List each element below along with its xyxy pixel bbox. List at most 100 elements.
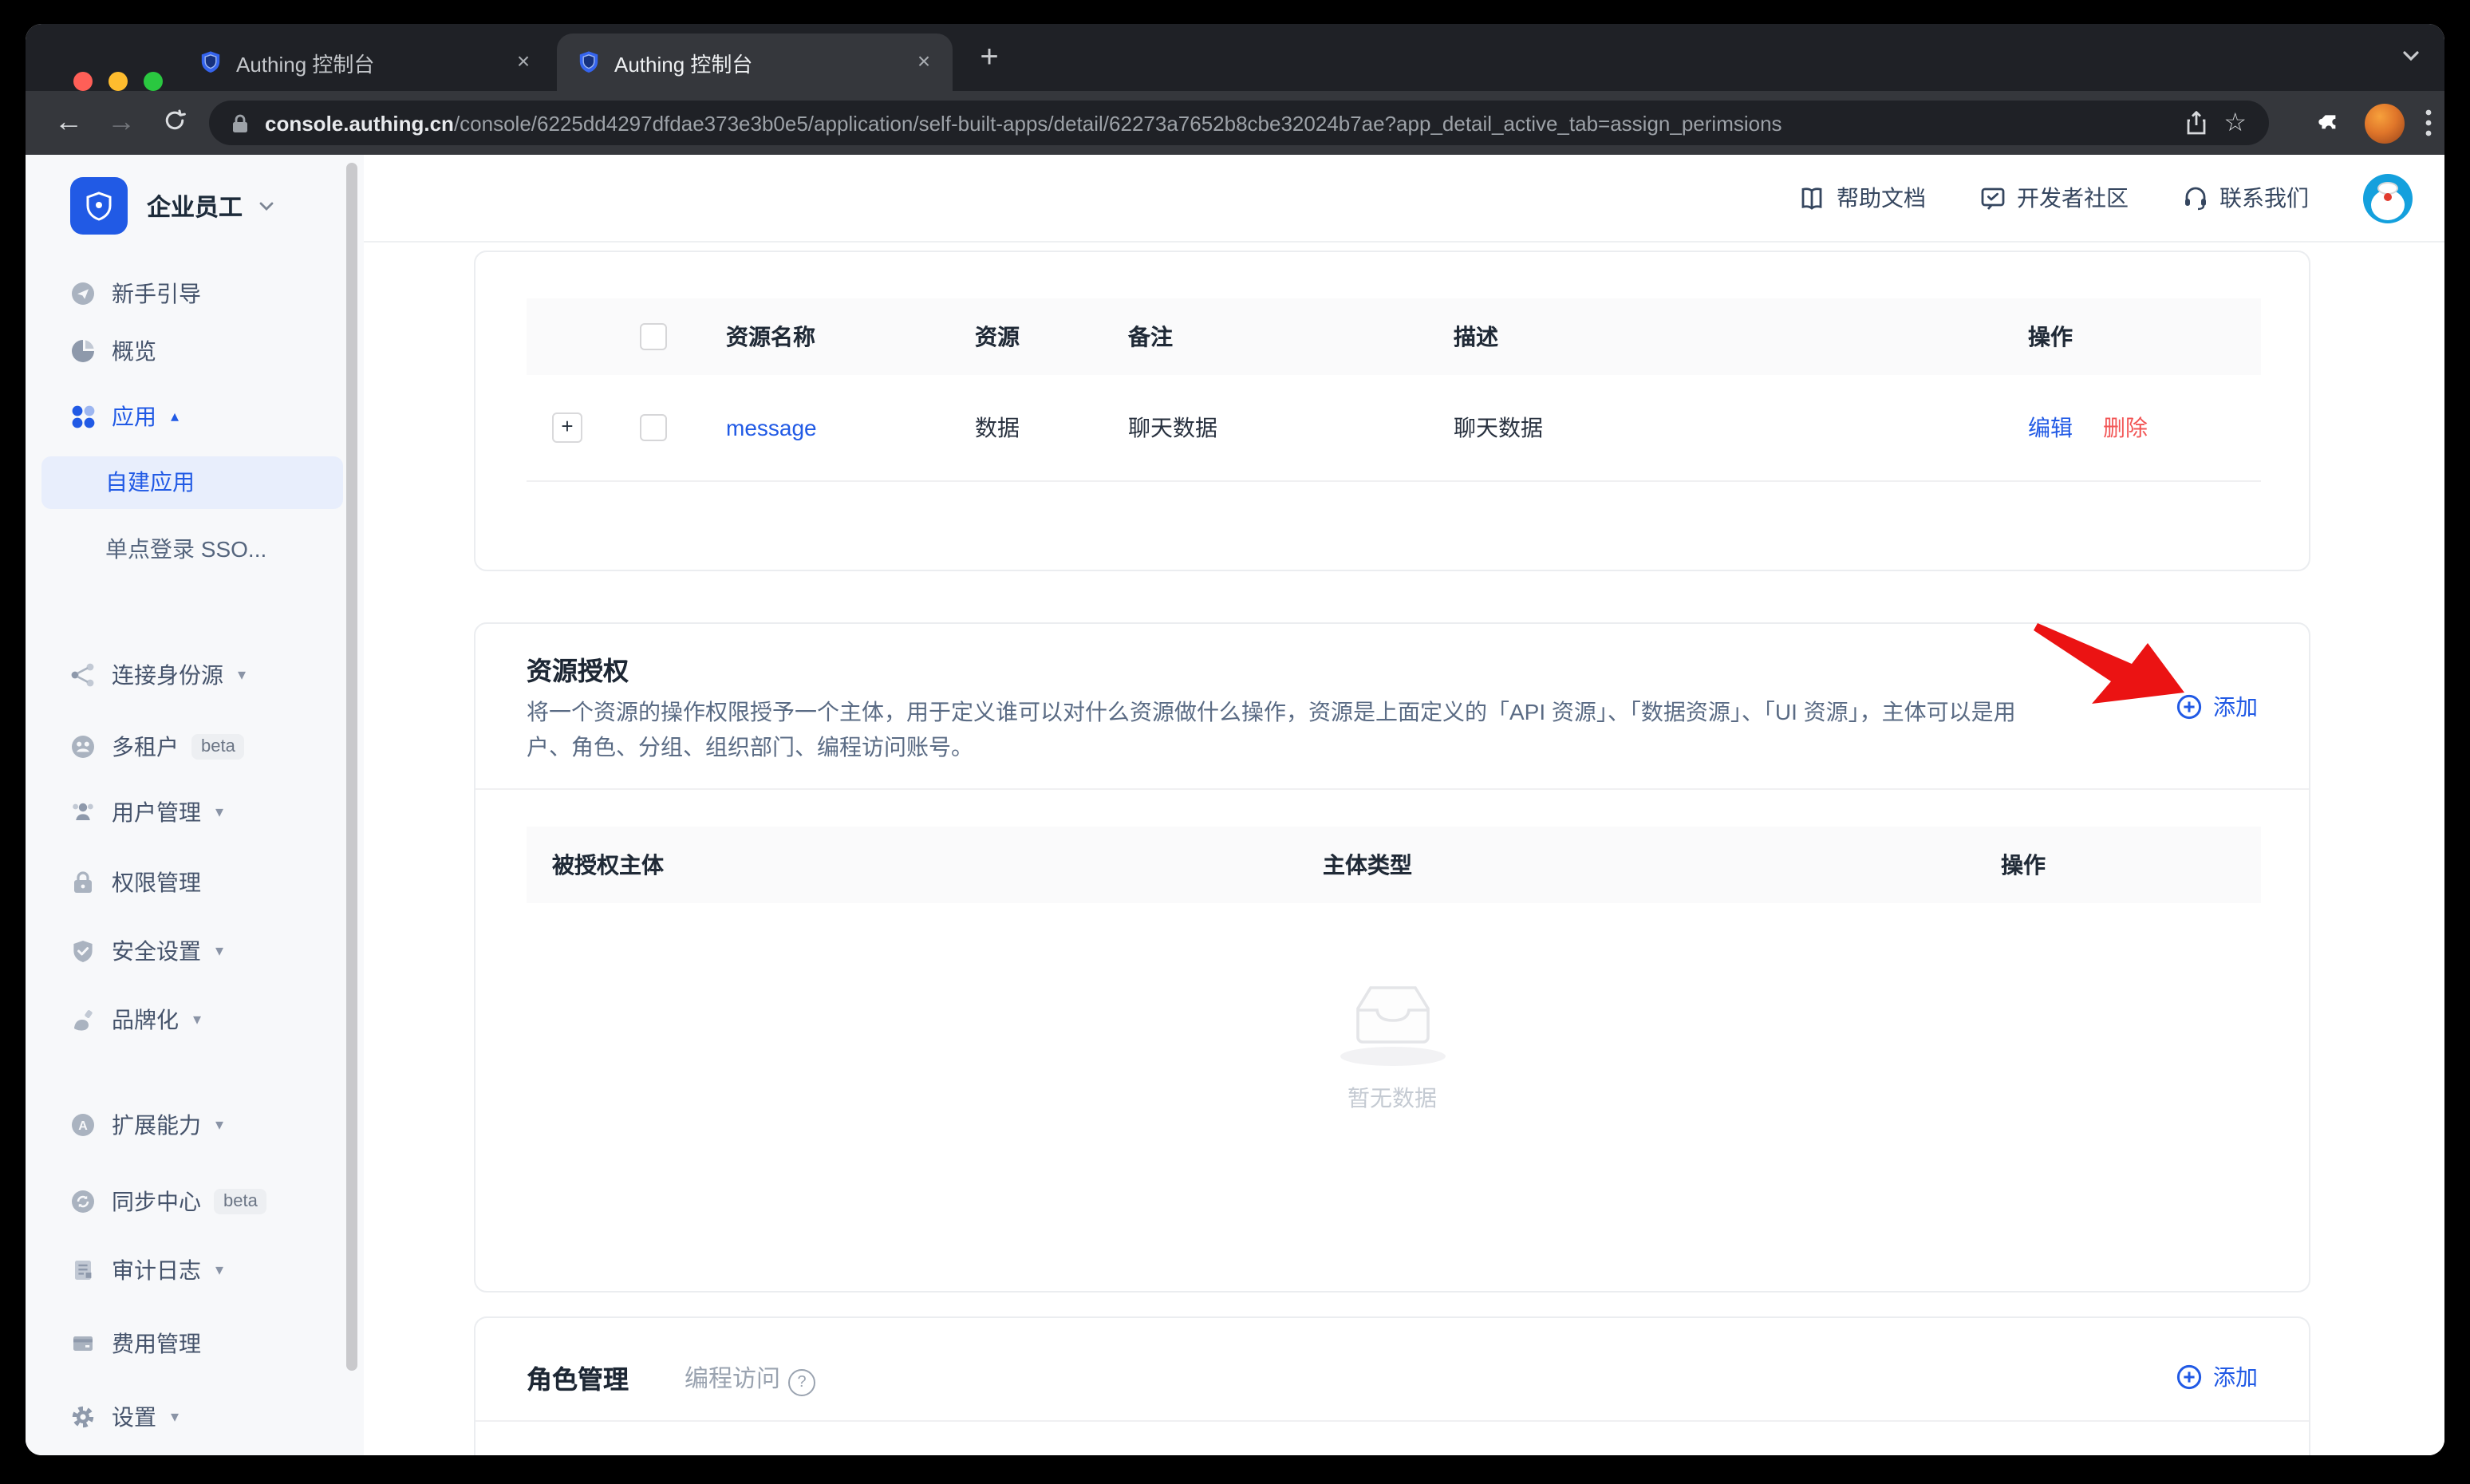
table-row: + message 数据 聊天数据 聊天数据 编辑 删除 [527, 375, 2261, 482]
close-window-button[interactable] [73, 72, 93, 91]
sidebar-item-label: 同步中心 [112, 1186, 201, 1218]
sidebar-item-guide[interactable]: 新手引导 [70, 276, 201, 311]
lock-icon [231, 112, 249, 133]
caret-down-icon: ▾ [171, 1408, 179, 1426]
tab-search-chevron-icon[interactable] [2400, 45, 2422, 67]
reload-button[interactable] [150, 97, 198, 145]
sidebar-item-sso[interactable]: 单点登录 SSO... [105, 531, 266, 566]
edit-link[interactable]: 编辑 [2028, 412, 2073, 444]
sidebar-item-extensions[interactable]: A 扩展能力 ▾ [70, 1107, 223, 1143]
sidebar-item-billing[interactable]: 费用管理 [70, 1326, 201, 1361]
sidebar-item-label: 多租户 [112, 731, 179, 763]
sidebar-item-security[interactable]: 安全设置 ▾ [70, 933, 223, 969]
caret-down-icon: ▾ [215, 1116, 223, 1134]
resource-name-link[interactable]: message [726, 415, 817, 440]
empty-state: 暂无数据 [1340, 981, 1445, 1114]
user-avatar[interactable] [2363, 173, 2413, 223]
sidebar-item-settings[interactable]: 设置 ▾ [70, 1399, 179, 1435]
browser-tab-1[interactable]: Authing 控制台 × [179, 34, 552, 91]
developer-community-link[interactable]: 开发者社区 [1980, 182, 2129, 214]
browser-tab-2[interactable]: Authing 控制台 × [557, 34, 953, 91]
sidebar-item-identity-sources[interactable]: 连接身份源 ▾ [70, 657, 246, 693]
authorization-card: 资源授权 将一个资源的操作权限授予一个主体，用于定义谁可以对什么资源做什么操作，… [474, 622, 2310, 1293]
sidebar-item-apps[interactable]: 应用 ▴ [70, 399, 179, 434]
sidebar-item-label: 单点登录 SSO... [105, 533, 266, 565]
shield-icon [70, 938, 96, 964]
sidebar-item-user-management[interactable]: 用户管理 ▾ [70, 795, 223, 830]
sidebar-item-multi-tenant[interactable]: 多租户 beta [70, 729, 245, 764]
resource-description-cell: 聊天数据 [1454, 412, 1543, 444]
column-header: 主体类型 [1323, 849, 1412, 881]
sidebar-item-label: 概览 [112, 335, 156, 367]
main-content: 帮助文档 开发者社区 [364, 155, 2444, 1455]
sidebar-item-label: 用户管理 [112, 796, 201, 828]
resources-card: 资源名称 资源 备注 描述 操作 + message 数据 聊天数据 聊天数据 … [474, 251, 2310, 571]
sidebar-item-permissions[interactable]: 权限管理 [70, 865, 201, 900]
sidebar-scrollbar[interactable] [346, 163, 357, 1371]
workspace-switcher[interactable]: 企业员工 [70, 177, 276, 235]
tenant-icon [70, 734, 96, 760]
sync-icon [70, 1189, 96, 1214]
add-label: 添加 [2213, 691, 2258, 723]
reload-icon [162, 109, 186, 132]
brush-icon [70, 1007, 96, 1032]
close-tab-icon[interactable]: × [908, 46, 940, 78]
empty-text: 暂无数据 [1340, 1082, 1445, 1114]
url-bar[interactable]: console.authing.cn/console/6225dd4297dfd… [209, 101, 2269, 145]
expand-row-button[interactable]: + [552, 412, 582, 443]
select-all-checkbox[interactable] [640, 323, 667, 350]
users-icon [70, 799, 96, 825]
help-circle-icon[interactable]: ? [788, 1369, 815, 1396]
contact-us-link[interactable]: 联系我们 [2183, 182, 2309, 214]
minimize-window-button[interactable] [109, 72, 128, 91]
column-header: 操作 [2028, 321, 2073, 353]
back-button[interactable]: ← [45, 97, 93, 145]
chat-icon [1980, 186, 2006, 210]
tab-programmatic-access[interactable]: 编程访问? [685, 1361, 815, 1396]
sidebar-item-label: 自建应用 [105, 466, 195, 498]
browser-menu-icon[interactable] [2425, 109, 2432, 137]
caret-down-icon: ▾ [215, 942, 223, 960]
new-tab-button[interactable]: + [967, 37, 1012, 81]
row-checkbox[interactable] [640, 414, 667, 441]
sidebar-item-label: 品牌化 [112, 1004, 179, 1036]
extension-icon: A [70, 1112, 96, 1138]
sidebar-item-sync-center[interactable]: 同步中心 beta [70, 1184, 267, 1219]
divider [475, 788, 2309, 790]
workspace-logo [70, 177, 128, 235]
profile-avatar[interactable] [2365, 103, 2405, 143]
shield-logo-icon [83, 190, 115, 222]
zoom-window-button[interactable] [144, 72, 163, 91]
url-path: /console/6225dd4297dfdae373e3b0e5/applic… [454, 111, 1782, 135]
sidebar-item-overview[interactable]: 概览 [70, 334, 156, 369]
sidebar-item-self-built-apps[interactable]: 自建应用 [105, 464, 195, 499]
column-header: 备注 [1128, 321, 1173, 353]
share-icon [70, 662, 96, 688]
caret-down-icon: ▾ [193, 1011, 201, 1028]
column-header: 操作 [2001, 849, 2046, 881]
caret-down-icon: ▾ [215, 1261, 223, 1279]
sidebar-item-label: 新手引导 [112, 278, 201, 310]
audit-icon [70, 1257, 96, 1283]
sidebar-item-label: 设置 [112, 1401, 156, 1433]
add-label: 添加 [2213, 1361, 2258, 1393]
guide-icon [70, 281, 96, 306]
authing-favicon [576, 49, 602, 75]
help-docs-link[interactable]: 帮助文档 [1798, 182, 1926, 214]
forward-button[interactable]: → [97, 97, 145, 145]
sidebar-item-branding[interactable]: 品牌化 ▾ [70, 1002, 201, 1037]
add-role-button[interactable]: 添加 [2176, 1361, 2258, 1393]
empty-inbox-icon [1351, 981, 1434, 1052]
tab-title: Authing 控制台 [614, 47, 895, 77]
delete-link[interactable]: 删除 [2103, 412, 2148, 444]
close-tab-icon[interactable]: × [507, 46, 539, 78]
add-authorization-button[interactable]: 添加 [2176, 691, 2258, 723]
sidebar-item-label: 权限管理 [112, 866, 201, 898]
workspace-name: 企业员工 [147, 189, 243, 223]
help-docs-label: 帮助文档 [1837, 182, 1926, 214]
resource-type-cell: 数据 [975, 412, 1020, 444]
extensions-puzzle-icon[interactable] [2317, 109, 2344, 136]
sidebar-item-audit-logs[interactable]: 审计日志 ▾ [70, 1253, 223, 1288]
bookmark-star-icon[interactable]: ☆ [2223, 107, 2247, 139]
share-icon[interactable] [2184, 110, 2208, 136]
